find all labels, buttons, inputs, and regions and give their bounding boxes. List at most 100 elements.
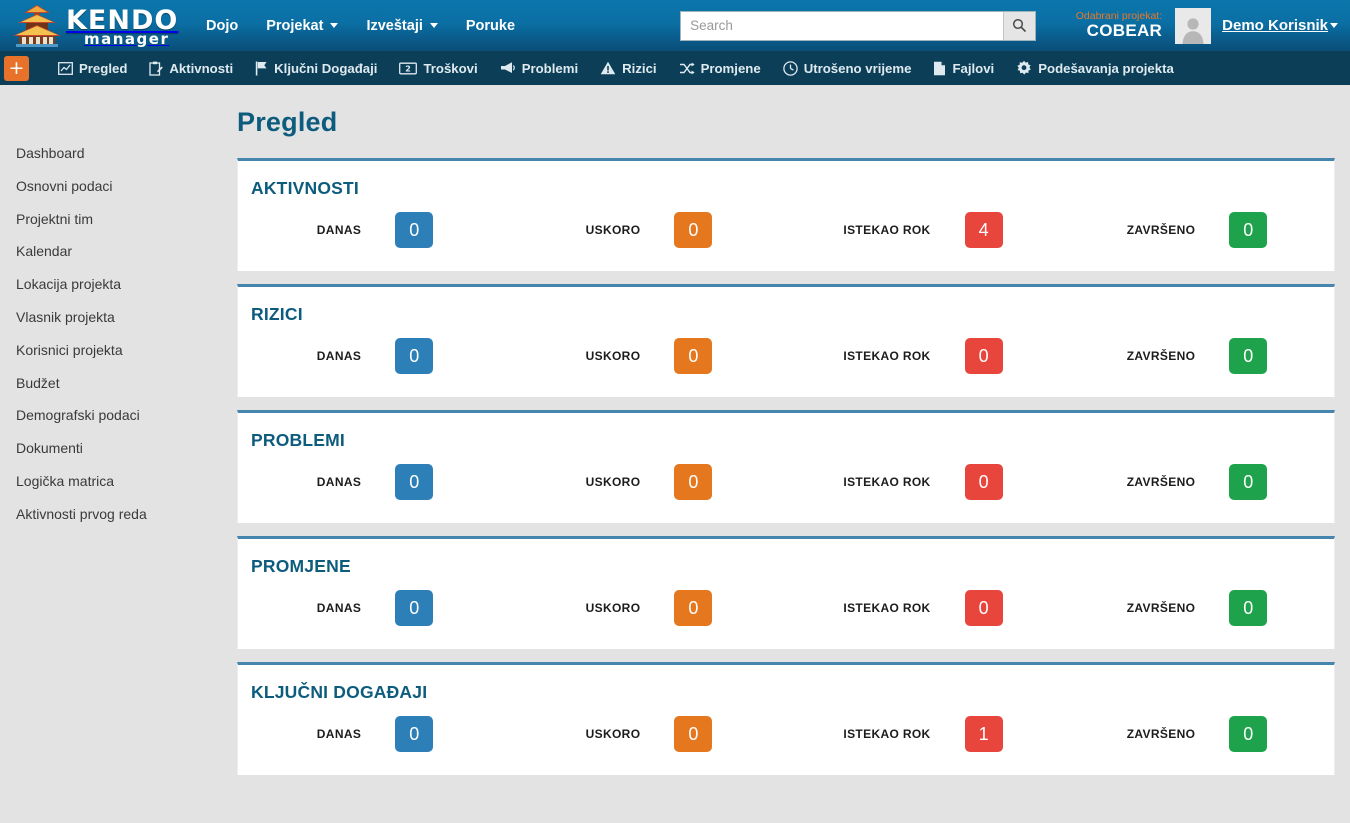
nav-item-poruke[interactable]: Poruke [452,10,529,42]
metric-istekao-rok[interactable]: ISTEKAO ROK 0 [786,464,1060,500]
sidebar-item-logicka-matrica[interactable]: Logička matrica [0,465,237,498]
warning-triangle-icon [600,61,616,75]
subnav-item-rizici[interactable]: Rizici [589,51,667,85]
main-nav: Dojo Projekat Izveštaji Poruke [192,10,529,42]
nav-item-dojo[interactable]: Dojo [192,10,252,42]
subnav-item-problemi[interactable]: Problemi [489,51,589,85]
metric-uskoro[interactable]: USKORO 0 [512,464,786,500]
sidebar-item-label: Projektni tim [16,210,94,227]
subnav-item-promjene[interactable]: Promjene [668,51,772,85]
summary-card-kljucni-dogadjaji: KLJUČNI DOGAĐAJI DANAS 0 USKORO 0 ISTEKA… [237,662,1335,776]
metric-danas[interactable]: DANAS 0 [238,338,512,374]
metric-badge[interactable]: 0 [395,590,434,626]
sidebar-item-dashboard[interactable]: Dashboard [0,137,237,170]
avatar[interactable] [1175,7,1212,44]
subnav-item-fajlovi[interactable]: Fajlovi [922,51,1005,85]
sidebar-item-budzet[interactable]: Budžet [0,367,237,400]
sidebar-item-kalendar[interactable]: Kalendar [0,235,237,268]
nav-item-projekat[interactable]: Projekat [252,10,352,42]
metric-label: DANAS [316,601,362,615]
metric-badge[interactable]: 0 [674,212,713,248]
top-header-bar: KENDO manager Dojo Projekat Izveštaji Po… [0,0,1350,51]
metric-badge[interactable]: 1 [964,716,1003,752]
subnav-item-podesavanja-projekta[interactable]: Podešavanja projekta [1005,51,1185,85]
gear-icon [1017,60,1032,75]
metric-badge[interactable]: 0 [674,464,713,500]
metric-uskoro[interactable]: USKORO 0 [512,590,786,626]
sidebar-item-lokacija-projekta[interactable]: Lokacija projekta [0,268,237,301]
search-button[interactable] [1003,11,1036,40]
card-title: AKTIVNOSTI [251,178,359,198]
metric-zavrseno[interactable]: ZAVRŠENO 0 [1060,464,1334,500]
card-title: RIZICI [251,304,303,324]
add-button[interactable]: + [4,55,29,81]
metric-label: USKORO [585,601,641,615]
metric-istekao-rok[interactable]: ISTEKAO ROK 4 [786,212,1060,248]
metric-uskoro[interactable]: USKORO 0 [512,338,786,374]
svg-text:2: 2 [406,64,412,73]
metric-istekao-rok[interactable]: ISTEKAO ROK 1 [786,716,1060,752]
metric-danas[interactable]: DANAS 0 [238,212,512,248]
megaphone-icon [500,62,515,73]
nav-item-label: Poruke [465,17,516,34]
sidebar-item-aktivnosti-prvog-reda[interactable]: Aktivnosti prvog reda [0,498,237,531]
metric-uskoro[interactable]: USKORO 0 [512,716,786,752]
metric-label: DANAS [316,475,362,489]
metric-badge[interactable]: 0 [674,338,713,374]
sidebar-item-projektni-tim[interactable]: Projektni tim [0,203,237,236]
metric-badge[interactable]: 0 [395,464,434,500]
metric-badge[interactable]: 0 [964,338,1003,374]
metric-badge[interactable]: 0 [1229,338,1268,374]
subnav-item-utroseno-vrijeme[interactable]: Utrošeno vrijeme [772,51,923,85]
metric-badge[interactable]: 0 [395,212,434,248]
metric-danas[interactable]: DANAS 0 [238,590,512,626]
sidebar-item-vlasnik-projekta[interactable]: Vlasnik projekta [0,301,237,334]
metric-badge[interactable]: 0 [674,716,713,752]
sidebar-item-label: Dokumenti [16,440,83,457]
metric-label: USKORO [585,475,641,489]
sidebar-item-dokumenti[interactable]: Dokumenti [0,432,237,465]
metric-badge[interactable]: 0 [395,716,434,752]
metric-badge[interactable]: 0 [964,464,1003,500]
metric-zavrseno[interactable]: ZAVRŠENO 0 [1060,338,1334,374]
metric-badge[interactable]: 0 [1229,716,1268,752]
metric-istekao-rok[interactable]: ISTEKAO ROK 0 [786,590,1060,626]
nav-item-izvestaji[interactable]: Izveštaji [352,10,451,42]
sidebar-item-demografski-podaci[interactable]: Demografski podaci [0,399,237,432]
subnav-item-pregled[interactable]: Pregled [47,51,138,85]
metric-zavrseno[interactable]: ZAVRŠENO 0 [1060,590,1334,626]
metric-danas[interactable]: DANAS 0 [238,716,512,752]
metric-zavrseno[interactable]: ZAVRŠENO 0 [1060,212,1334,248]
card-metrics: DANAS 0 USKORO 0 ISTEKAO ROK 0 ZAVRŠENO … [238,577,1334,626]
chevron-down-icon [330,23,339,28]
card-metrics: DANAS 0 USKORO 0 ISTEKAO ROK 0 ZAVRŠENO … [238,325,1334,374]
sidebar-item-osnovni-podaci[interactable]: Osnovni podaci [0,170,237,203]
nav-item-label: Dojo [206,17,239,34]
metric-badge[interactable]: 0 [674,590,713,626]
sidebar-item-label: Aktivnosti prvog reda [16,505,147,522]
card-title: PROBLEMI [251,430,345,450]
metric-label: DANAS [316,349,362,363]
brand-logo[interactable]: KENDO manager [10,0,177,51]
user-menu[interactable]: Demo Korisnik [1222,17,1338,34]
search-input[interactable] [681,11,1004,40]
metric-badge[interactable]: 0 [1229,464,1268,500]
metric-badge[interactable]: 0 [1229,212,1268,248]
subnav-item-troskovi[interactable]: 2 Troškovi [388,51,488,85]
metric-badge[interactable]: 0 [1229,590,1268,626]
subnav-item-label: Troškovi [423,60,478,76]
sidebar-item-label: Budžet [16,374,60,391]
search-group [680,10,1037,41]
metric-badge[interactable]: 0 [964,590,1003,626]
metric-istekao-rok[interactable]: ISTEKAO ROK 0 [786,338,1060,374]
metric-badge[interactable]: 0 [395,338,434,374]
metric-badge[interactable]: 4 [964,212,1003,248]
metric-uskoro[interactable]: USKORO 0 [512,212,786,248]
subnav-item-kljucni-dogadjaji[interactable]: Ključni Događaji [244,51,388,85]
metric-danas[interactable]: DANAS 0 [238,464,512,500]
metric-label: ZAVRŠENO [1126,223,1196,237]
subnav-item-aktivnosti[interactable]: Aktivnosti [138,51,244,85]
brand-name-bottom: manager [84,29,170,48]
sidebar-item-korisnici-projekta[interactable]: Korisnici projekta [0,334,237,367]
metric-zavrseno[interactable]: ZAVRŠENO 0 [1060,716,1334,752]
